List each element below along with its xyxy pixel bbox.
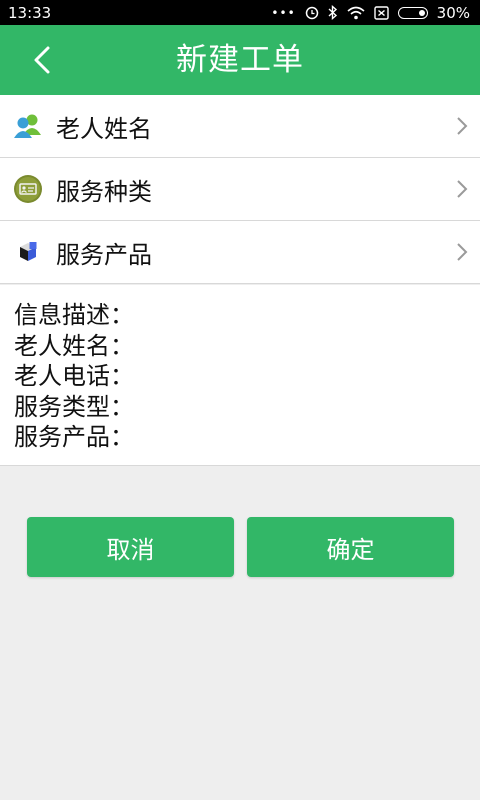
info-line-elder-phone: 老人电话： bbox=[14, 362, 134, 390]
info-line-service-type: 服务类型： bbox=[14, 392, 134, 421]
info-line-elder-name: 老人姓名： bbox=[14, 331, 134, 360]
info-description: 信息描述： 老人姓名： 老人电话： 服务类型： 服务产品： bbox=[0, 285, 480, 466]
list-item-elder-name[interactable]: 老人姓名 bbox=[0, 95, 480, 158]
chevron-right-icon bbox=[457, 117, 468, 135]
status-bar: 13:33 ••• 30% bbox=[0, 0, 480, 25]
more-dots: ••• bbox=[271, 5, 296, 20]
cancel-button[interactable]: 取消 bbox=[27, 517, 234, 577]
list-item-service-category[interactable]: 服务种类 bbox=[0, 158, 480, 221]
battery-percent: 30% bbox=[436, 3, 470, 22]
service-category-label: 服务种类 bbox=[56, 177, 152, 206]
people-icon bbox=[13, 111, 43, 141]
chevron-right-icon bbox=[457, 243, 468, 261]
bluetooth-icon bbox=[328, 5, 338, 21]
product-cube-icon bbox=[13, 237, 43, 267]
service-product-label: 服务产品 bbox=[56, 240, 152, 269]
info-line-service-product: 服务产品： bbox=[14, 423, 134, 451]
elder-name-label: 老人姓名 bbox=[56, 114, 152, 143]
status-icons: ••• 30% bbox=[271, 4, 470, 22]
chevron-right-icon bbox=[457, 180, 468, 198]
info-line-description: 信息描述： bbox=[14, 301, 134, 329]
confirm-button[interactable]: 确定 bbox=[247, 517, 454, 577]
list-item-service-product[interactable]: 服务产品 bbox=[0, 221, 480, 284]
wifi-icon bbox=[347, 5, 365, 21]
title-bar: 新建工单 bbox=[0, 25, 480, 95]
service-card-icon bbox=[13, 174, 43, 204]
sim-icon bbox=[373, 5, 389, 21]
selection-list: 老人姓名 服务种类 服务产品 bbox=[0, 95, 480, 284]
battery-icon bbox=[397, 6, 428, 19]
alarm-icon bbox=[305, 5, 319, 21]
page-title: 新建工单 bbox=[176, 42, 304, 78]
status-time: 13:33 bbox=[8, 3, 52, 22]
